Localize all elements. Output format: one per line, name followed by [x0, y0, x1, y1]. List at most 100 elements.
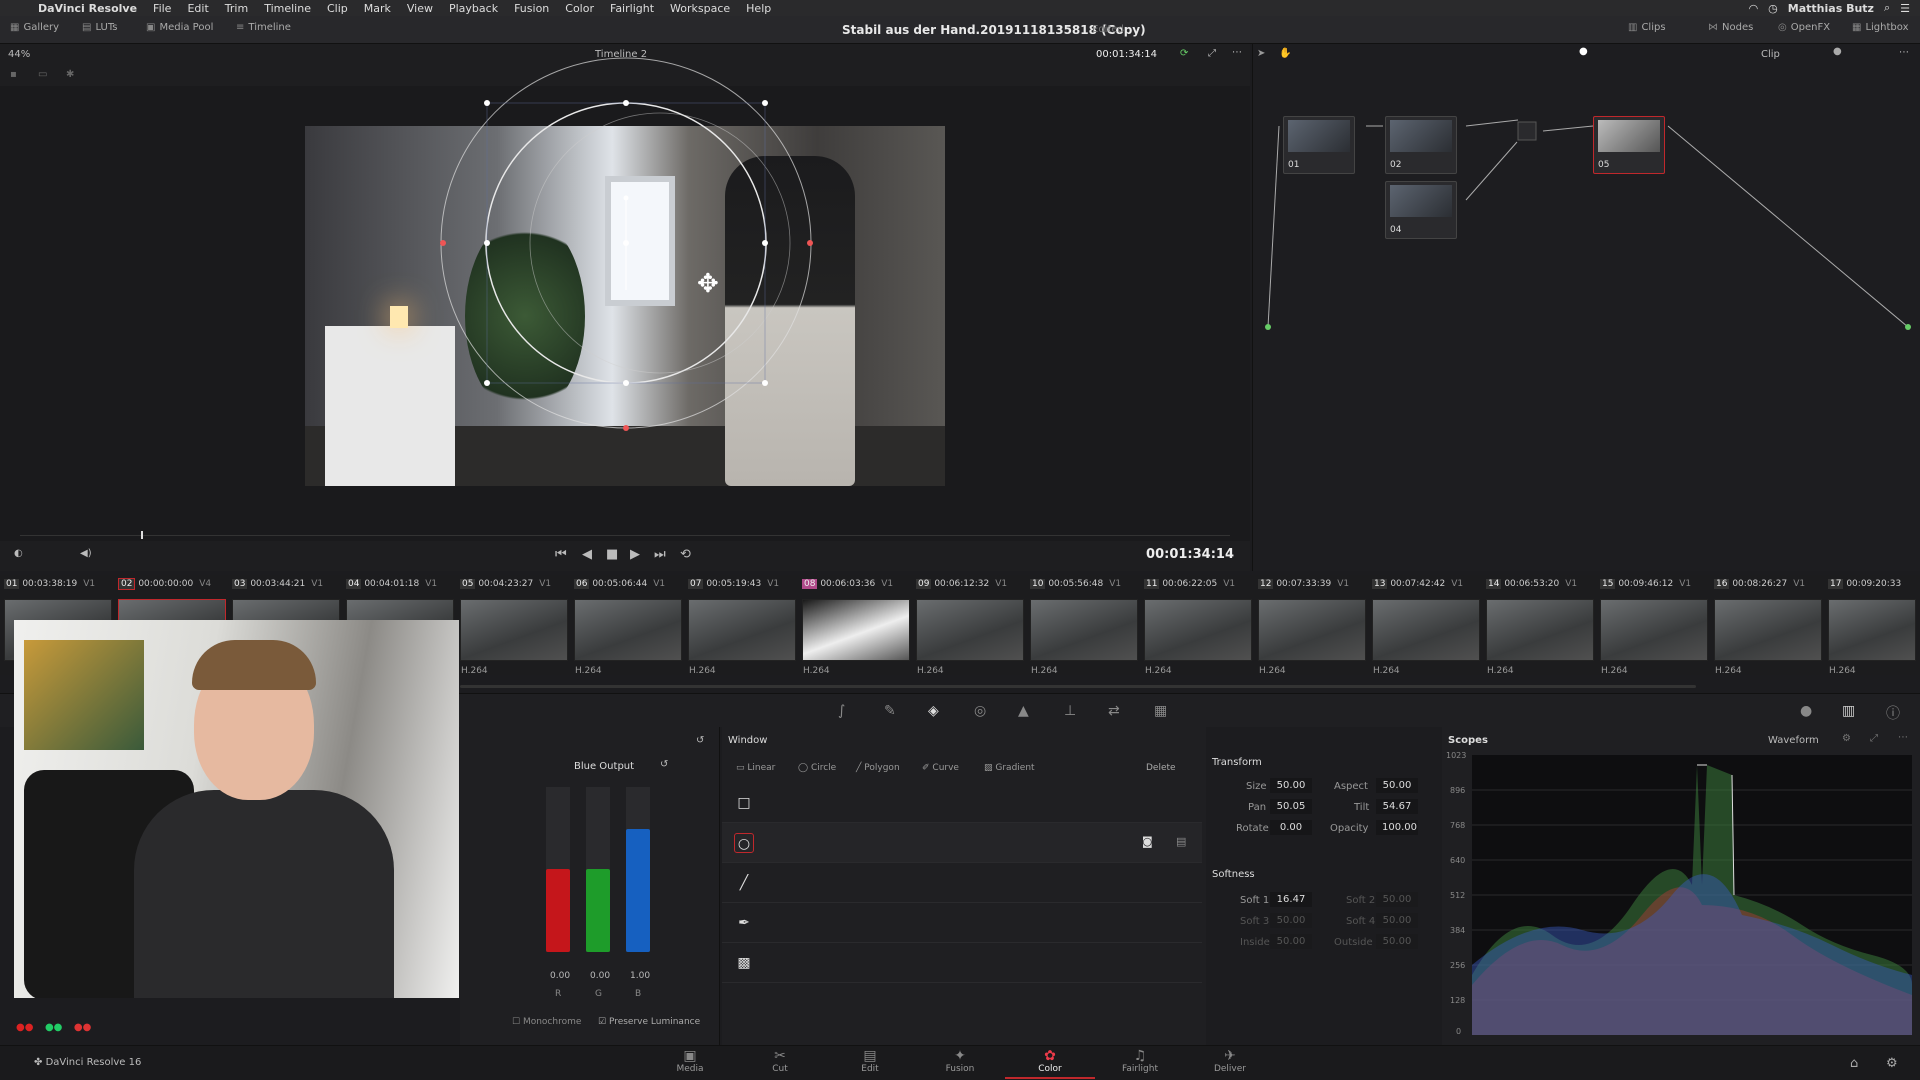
scope-expand-icon[interactable]: ⤢	[1870, 733, 1878, 744]
clip-info-15[interactable]: 15 00:09:46:12 V1	[1600, 579, 1691, 589]
timeline-button[interactable]: ≡ Timeline	[236, 22, 291, 33]
menu-mark[interactable]: Mark	[356, 2, 399, 15]
green-link-icon[interactable]: ●●	[45, 1022, 62, 1033]
color-dot-icon[interactable]: ●	[1800, 703, 1812, 719]
shape-row-circle[interactable]: ○ ◙ ▤	[722, 823, 1202, 863]
clip-thumb-12[interactable]: H.264	[1258, 599, 1366, 676]
clip-info-14[interactable]: 14 00:06:53:20 V1	[1486, 579, 1577, 589]
clip-info-10[interactable]: 10 00:05:56:48 V1	[1030, 579, 1121, 589]
page-edit[interactable]: ▤ Edit	[825, 1048, 915, 1074]
gallery-button[interactable]: ▦ Gallery	[10, 22, 59, 33]
tracker-icon[interactable]: ◎	[974, 703, 986, 719]
red-value[interactable]: 0.00	[550, 971, 570, 981]
scope-settings-icon[interactable]: ⚙	[1842, 733, 1851, 744]
viewer-options-icon[interactable]: ◐	[14, 548, 23, 559]
wifi-icon[interactable]: ◠	[1749, 2, 1759, 15]
window-icon[interactable]: ◈	[928, 703, 939, 719]
clip-info-05[interactable]: 05 00:04:23:27 V1	[460, 579, 551, 589]
clip-info-04[interactable]: 04 00:04:01:18 V1	[346, 579, 437, 589]
openfx-button[interactable]: ◎ OpenFX	[1778, 22, 1830, 33]
media-pool-button[interactable]: ▣ Media Pool	[146, 22, 213, 33]
reset-icon[interactable]: ↺	[660, 759, 668, 770]
circle-button[interactable]: ◯ Circle	[798, 763, 836, 773]
curve-button[interactable]: ✐ Curve	[922, 763, 959, 773]
search-icon[interactable]: ⌕	[1884, 1, 1890, 15]
3d-icon[interactable]: ▦	[1154, 703, 1167, 719]
play-icon[interactable]: ▶	[630, 547, 640, 562]
blue-link-icon[interactable]: ●●	[74, 1022, 91, 1033]
clip-thumb-14[interactable]: H.264	[1486, 599, 1594, 676]
menu-edit[interactable]: Edit	[179, 2, 216, 15]
pan-value[interactable]: 50.05	[1270, 799, 1312, 814]
node-editor[interactable]: ➤ ✋ ● Clip ● ⋯ 01 02 04 05	[1252, 44, 1920, 571]
home-icon[interactable]: ⌂	[1850, 1056, 1858, 1071]
clip-thumb-15[interactable]: H.264	[1600, 599, 1708, 676]
clip-info-11[interactable]: 11 00:06:22:05 V1	[1144, 579, 1235, 589]
menu-timeline[interactable]: Timeline	[256, 2, 319, 15]
polygon-button[interactable]: ╱ Polygon	[856, 763, 900, 773]
soft4-value[interactable]: 50.00	[1376, 913, 1418, 928]
loop-icon[interactable]: ⟳	[1180, 48, 1188, 59]
more-icon[interactable]: ⋯	[1232, 47, 1242, 58]
clip-info-12[interactable]: 12 00:07:33:39 V1	[1258, 579, 1349, 589]
soft2-value[interactable]: 50.00	[1376, 892, 1418, 907]
gradient-button[interactable]: ▨ Gradient	[984, 763, 1035, 773]
menu-fusion[interactable]: Fusion	[506, 2, 557, 15]
menu-playback[interactable]: Playback	[441, 2, 506, 15]
clip-thumb-16[interactable]: H.264	[1714, 599, 1822, 676]
node-02[interactable]: 02	[1385, 116, 1457, 174]
shape-row-gradient[interactable]: ▩	[722, 943, 1202, 983]
delete-button[interactable]: Delete	[1146, 763, 1176, 773]
loop-play-icon[interactable]: ⟲	[680, 547, 691, 562]
size-value[interactable]: 50.00	[1270, 778, 1312, 793]
scopes-toggle-icon[interactable]: ▥	[1842, 703, 1855, 719]
red-link-icon[interactable]: ●●	[16, 1022, 33, 1033]
menu-trim[interactable]: Trim	[217, 2, 256, 15]
blur-icon[interactable]: ▲	[1018, 703, 1029, 719]
clip-info-06[interactable]: 06 00:05:06:44 V1	[574, 579, 665, 589]
menu-help[interactable]: Help	[738, 2, 779, 15]
clip-info-07[interactable]: 07 00:05:19:43 V1	[688, 579, 779, 589]
fullscreen-icon[interactable]: ⤢	[1208, 48, 1216, 59]
shape-row-linear[interactable]: □	[722, 783, 1202, 823]
clock-icon[interactable]: ◷	[1768, 2, 1778, 15]
timeline-selector[interactable]: Timeline 2	[595, 49, 647, 60]
outside-value[interactable]: 50.00	[1376, 934, 1418, 949]
clip-info-16[interactable]: 16 00:08:26:27 V1	[1714, 579, 1805, 589]
stop-icon[interactable]: ■	[606, 547, 618, 562]
green-value[interactable]: 0.00	[590, 971, 610, 981]
rotate-value[interactable]: 0.00	[1270, 820, 1312, 835]
menu-icon[interactable]: ☰	[1900, 2, 1910, 15]
clips-button[interactable]: ▥ Clips	[1628, 22, 1666, 33]
soft1-value[interactable]: 16.47	[1270, 892, 1312, 907]
monochrome-checkbox[interactable]: ☐ Monochrome	[512, 1017, 581, 1027]
menu-view[interactable]: View	[399, 2, 441, 15]
page-fairlight[interactable]: ♫ Fairlight	[1095, 1048, 1185, 1074]
page-color[interactable]: ✿ Color	[1005, 1048, 1095, 1079]
linear-button[interactable]: ▭ Linear	[736, 763, 775, 773]
aspect-value[interactable]: 50.00	[1376, 778, 1418, 793]
qualifier-icon[interactable]: ✎	[884, 703, 896, 719]
blue-value[interactable]: 1.00	[630, 971, 650, 981]
opacity-value[interactable]: 100.00	[1376, 820, 1418, 835]
sizing-icon[interactable]: ⇄	[1108, 703, 1120, 719]
playhead[interactable]	[141, 531, 143, 539]
clip-thumb-09[interactable]: H.264	[916, 599, 1024, 676]
split-view-icon[interactable]: ▭	[38, 69, 47, 80]
skip-start-icon[interactable]: ⏮	[555, 547, 567, 562]
soft3-value[interactable]: 50.00	[1270, 913, 1312, 928]
tilt-value[interactable]: 54.67	[1376, 799, 1418, 814]
inside-value[interactable]: 50.00	[1270, 934, 1312, 949]
invert-icon[interactable]: ◙	[1142, 835, 1153, 848]
shape-row-polygon[interactable]: ╱	[722, 863, 1202, 903]
shape-row-curve[interactable]: ✒	[722, 903, 1202, 943]
clip-info-17[interactable]: 17 00:09:20:33	[1828, 579, 1901, 589]
clip-info-09[interactable]: 09 00:06:12:32 V1	[916, 579, 1007, 589]
clip-thumb-10[interactable]: H.264	[1030, 599, 1138, 676]
page-deliver[interactable]: ✈ Deliver	[1185, 1048, 1275, 1074]
clip-thumb-08[interactable]: H.264	[802, 599, 910, 676]
menu-workspace[interactable]: Workspace	[662, 2, 738, 15]
clip-thumb-06[interactable]: H.264	[574, 599, 682, 676]
clip-thumb-17[interactable]: H.264	[1828, 599, 1916, 676]
clip-info-02[interactable]: 02 00:00:00:00 V4	[118, 578, 211, 590]
